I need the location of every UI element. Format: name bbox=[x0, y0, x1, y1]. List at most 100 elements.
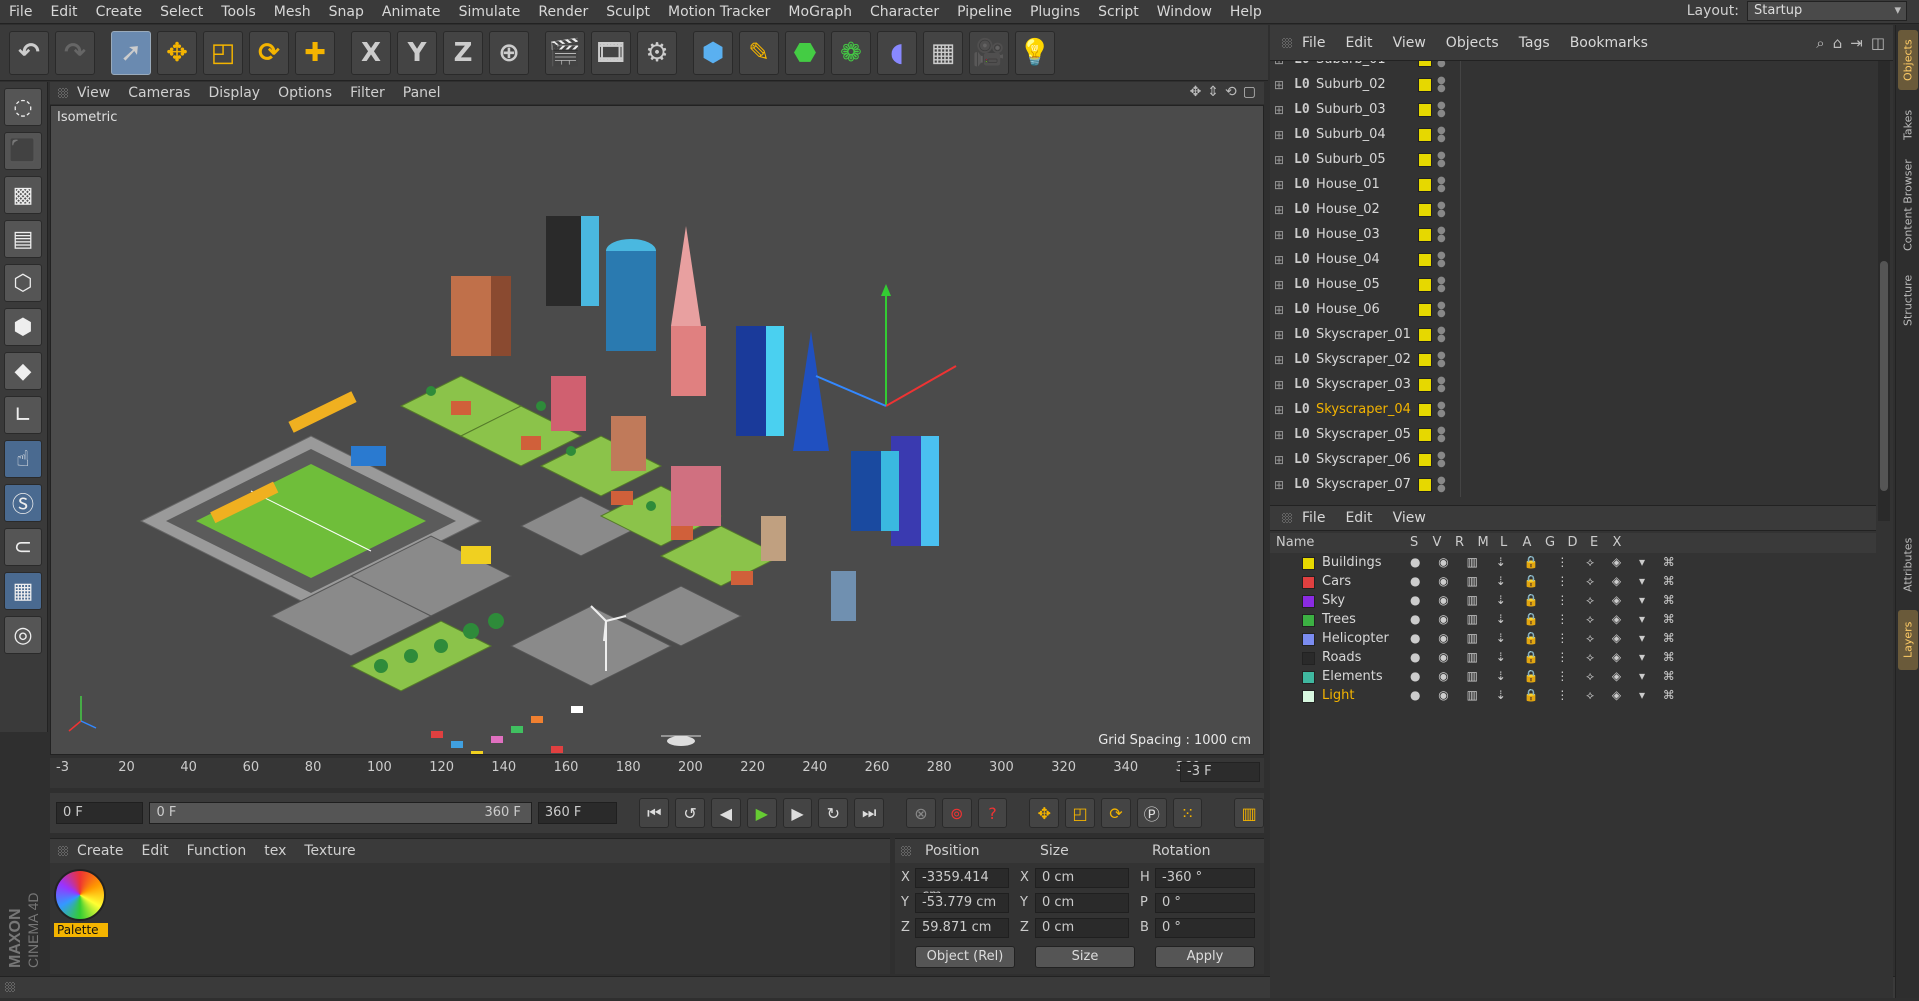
pen-spline-icon[interactable]: ✎ bbox=[739, 30, 779, 75]
side-tab-content-browser[interactable]: Content Browser bbox=[1898, 155, 1918, 255]
menu-plugins[interactable]: Plugins bbox=[1021, 0, 1089, 24]
layer-color-swatch[interactable] bbox=[1418, 202, 1432, 217]
menu-motion-tracker[interactable]: Motion Tracker bbox=[659, 0, 779, 24]
object-menu-bookmarks[interactable]: Bookmarks bbox=[1560, 35, 1658, 51]
expand-icon[interactable]: ⊞ bbox=[1274, 203, 1284, 217]
side-tab-structure[interactable]: Structure bbox=[1898, 265, 1918, 335]
render-picture-viewer-icon[interactable]: 🎞 bbox=[591, 30, 631, 75]
current-frame-field[interactable]: -3 F bbox=[1180, 762, 1260, 782]
layer-color-swatch[interactable] bbox=[1302, 671, 1315, 684]
viewport-menu-options[interactable]: Options bbox=[269, 85, 341, 101]
side-tab-attributes[interactable]: Attributes bbox=[1898, 525, 1918, 605]
visibility-dots-icon[interactable]: ●● bbox=[1437, 175, 1446, 193]
size-x-field[interactable]: 0 cm bbox=[1035, 868, 1129, 888]
side-tab-takes[interactable]: Takes bbox=[1898, 100, 1918, 150]
material-menu-texture[interactable]: Texture bbox=[295, 843, 364, 859]
layer-flag-header-v[interactable]: V bbox=[1433, 535, 1442, 550]
layer-flags-icons[interactable]: ● ◉ ▥ ⇣ 🔒 ⋮ ⟡ ◈ ▾ ⌘ bbox=[1410, 574, 1682, 589]
expand-icon[interactable]: ⊞ bbox=[1274, 328, 1284, 342]
layer-flag-header-g[interactable]: G bbox=[1545, 535, 1555, 550]
layer-row-helicopter[interactable]: Helicopter ● ◉ ▥ ⇣ 🔒 ⋮ ⟡ ◈ ▾ ⌘ bbox=[1270, 630, 1876, 649]
material-menu-edit[interactable]: Edit bbox=[133, 843, 178, 859]
visibility-dots-icon[interactable]: ●● bbox=[1437, 375, 1446, 393]
layer-color-swatch[interactable] bbox=[1302, 557, 1315, 570]
snap-icon[interactable]: ⊂ bbox=[4, 528, 42, 566]
rotation-p-field[interactable]: 0 ° bbox=[1155, 893, 1255, 913]
axis-mode-icon[interactable]: ∟ bbox=[4, 396, 42, 434]
visibility-dots-icon[interactable]: ●● bbox=[1437, 475, 1446, 493]
render-settings-icon[interactable]: ⚙ bbox=[637, 30, 677, 75]
expand-icon[interactable]: ⊞ bbox=[1274, 61, 1284, 67]
object-row[interactable]: ⊞ L0 Skyscraper_04 ● ● bbox=[1270, 397, 1876, 422]
object-row[interactable]: ⊞ L0 Skyscraper_06 ● ● bbox=[1270, 447, 1876, 472]
keyframe-selection-icon[interactable]: ? bbox=[977, 798, 1008, 828]
layer-flag-header-d[interactable]: D bbox=[1568, 535, 1578, 550]
layer-color-swatch[interactable] bbox=[1302, 614, 1315, 627]
menu-sculpt[interactable]: Sculpt bbox=[597, 0, 659, 24]
object-menu-tags[interactable]: Tags bbox=[1509, 35, 1560, 51]
object-row[interactable]: ⊞ L0 House_02 ● ● bbox=[1270, 197, 1876, 222]
menu-pipeline[interactable]: Pipeline bbox=[948, 0, 1021, 24]
menu-snap[interactable]: Snap bbox=[320, 0, 373, 24]
layer-flags-icons[interactable]: ● ◉ ▥ ⇣ 🔒 ⋮ ⟡ ◈ ▾ ⌘ bbox=[1410, 669, 1682, 684]
position-z-field[interactable]: 59.871 cm bbox=[915, 918, 1009, 938]
cloner-icon[interactable]: ❁ bbox=[831, 30, 871, 75]
expand-icon[interactable]: ⊞ bbox=[1274, 178, 1284, 192]
layer-row-trees[interactable]: Trees ● ◉ ▥ ⇣ 🔒 ⋮ ⟡ ◈ ▾ ⌘ bbox=[1270, 611, 1876, 630]
layer-flags-icons[interactable]: ● ◉ ▥ ⇣ 🔒 ⋮ ⟡ ◈ ▾ ⌘ bbox=[1410, 631, 1682, 646]
undo-icon[interactable]: ↶ bbox=[9, 30, 49, 75]
layer-menu-view[interactable]: View bbox=[1383, 510, 1436, 526]
3d-viewport[interactable]: Isometric Grid Spacing: 1000 cm bbox=[50, 105, 1264, 755]
expand-icon[interactable]: ⊞ bbox=[1274, 128, 1284, 142]
object-row[interactable]: ⊞ L0 House_05 ● ● bbox=[1270, 272, 1876, 297]
record-keys-icon[interactable]: ⊗ bbox=[906, 798, 936, 828]
side-tab-objects[interactable]: Objects bbox=[1898, 30, 1918, 90]
menu-file[interactable]: File bbox=[0, 0, 41, 24]
expand-icon[interactable]: ⊞ bbox=[1274, 378, 1284, 392]
key-position-icon[interactable]: ✥ bbox=[1029, 798, 1060, 828]
visibility-dots-icon[interactable]: ●● bbox=[1437, 450, 1446, 468]
visibility-dots-icon[interactable]: ●● bbox=[1437, 200, 1446, 218]
texture-mode-icon[interactable]: ▩ bbox=[4, 176, 42, 214]
key-rotation-icon[interactable]: ⟳ bbox=[1101, 798, 1131, 828]
scroll-thumb[interactable] bbox=[1880, 261, 1888, 491]
layout-dropdown[interactable]: Startup bbox=[1747, 1, 1907, 21]
layer-color-swatch[interactable] bbox=[1418, 252, 1432, 267]
layer-color-swatch[interactable] bbox=[1302, 595, 1315, 608]
visibility-dots-icon[interactable]: ●● bbox=[1437, 225, 1446, 243]
expand-icon[interactable]: ⊞ bbox=[1274, 478, 1284, 492]
viewport-menu-filter[interactable]: Filter bbox=[341, 85, 394, 101]
layer-flag-header-s[interactable]: S bbox=[1410, 535, 1418, 550]
object-list-scrollbar[interactable] bbox=[1878, 61, 1890, 521]
world-coords-icon[interactable]: ⊕ bbox=[489, 30, 529, 75]
viewport-menu-cameras[interactable]: Cameras bbox=[119, 85, 199, 101]
viewport-menu-display[interactable]: Display bbox=[199, 85, 269, 101]
layer-color-swatch[interactable] bbox=[1418, 102, 1432, 117]
key-pla-icon[interactable]: ⁙ bbox=[1172, 798, 1203, 828]
end-frame-field[interactable]: 360 F bbox=[537, 802, 618, 824]
add-tool-icon[interactable]: ✚ bbox=[295, 30, 335, 75]
next-frame-icon[interactable]: ▶ bbox=[782, 798, 813, 828]
visibility-dots-icon[interactable]: ●● bbox=[1437, 275, 1446, 293]
object-row[interactable]: ⊞ L0 Skyscraper_01 ● ● bbox=[1270, 322, 1876, 347]
axis-x-button[interactable]: X bbox=[351, 30, 391, 75]
visibility-dots-icon[interactable]: ●● bbox=[1437, 350, 1446, 368]
size-z-field[interactable]: 0 cm bbox=[1035, 918, 1129, 938]
expand-icon[interactable]: ⊞ bbox=[1274, 353, 1284, 367]
layer-color-swatch[interactable] bbox=[1418, 277, 1432, 292]
layer-flag-header-x[interactable]: X bbox=[1613, 535, 1622, 550]
layer-flag-header-r[interactable]: R bbox=[1455, 535, 1464, 550]
render-view-icon[interactable]: 🎬 bbox=[545, 30, 585, 75]
menu-edit[interactable]: Edit bbox=[41, 0, 86, 24]
layer-color-swatch[interactable] bbox=[1418, 427, 1432, 442]
light-icon[interactable]: 💡 bbox=[1015, 30, 1055, 75]
layer-color-swatch[interactable] bbox=[1418, 77, 1432, 92]
object-menu-file[interactable]: File bbox=[1292, 35, 1335, 51]
object-row[interactable]: ⊞ L0 Suburb_04 ● ● bbox=[1270, 122, 1876, 147]
visibility-dots-icon[interactable]: ●● bbox=[1437, 125, 1446, 143]
move-tool-icon[interactable]: ✥ bbox=[157, 30, 197, 75]
object-row[interactable]: ⊞ L0 House_01 ● ● bbox=[1270, 172, 1876, 197]
timeline-ruler[interactable]: -3 20 40 60 80 100 120 140 160 180 200 220 240 260 280… bbox=[50, 758, 1264, 788]
layer-row-light[interactable]: Light ● ◉ ▥ ⇣ 🔒 ⋮ ⟡ ◈ ▾ ⌘ bbox=[1270, 687, 1876, 706]
next-key-icon[interactable]: ↻ bbox=[818, 798, 849, 828]
